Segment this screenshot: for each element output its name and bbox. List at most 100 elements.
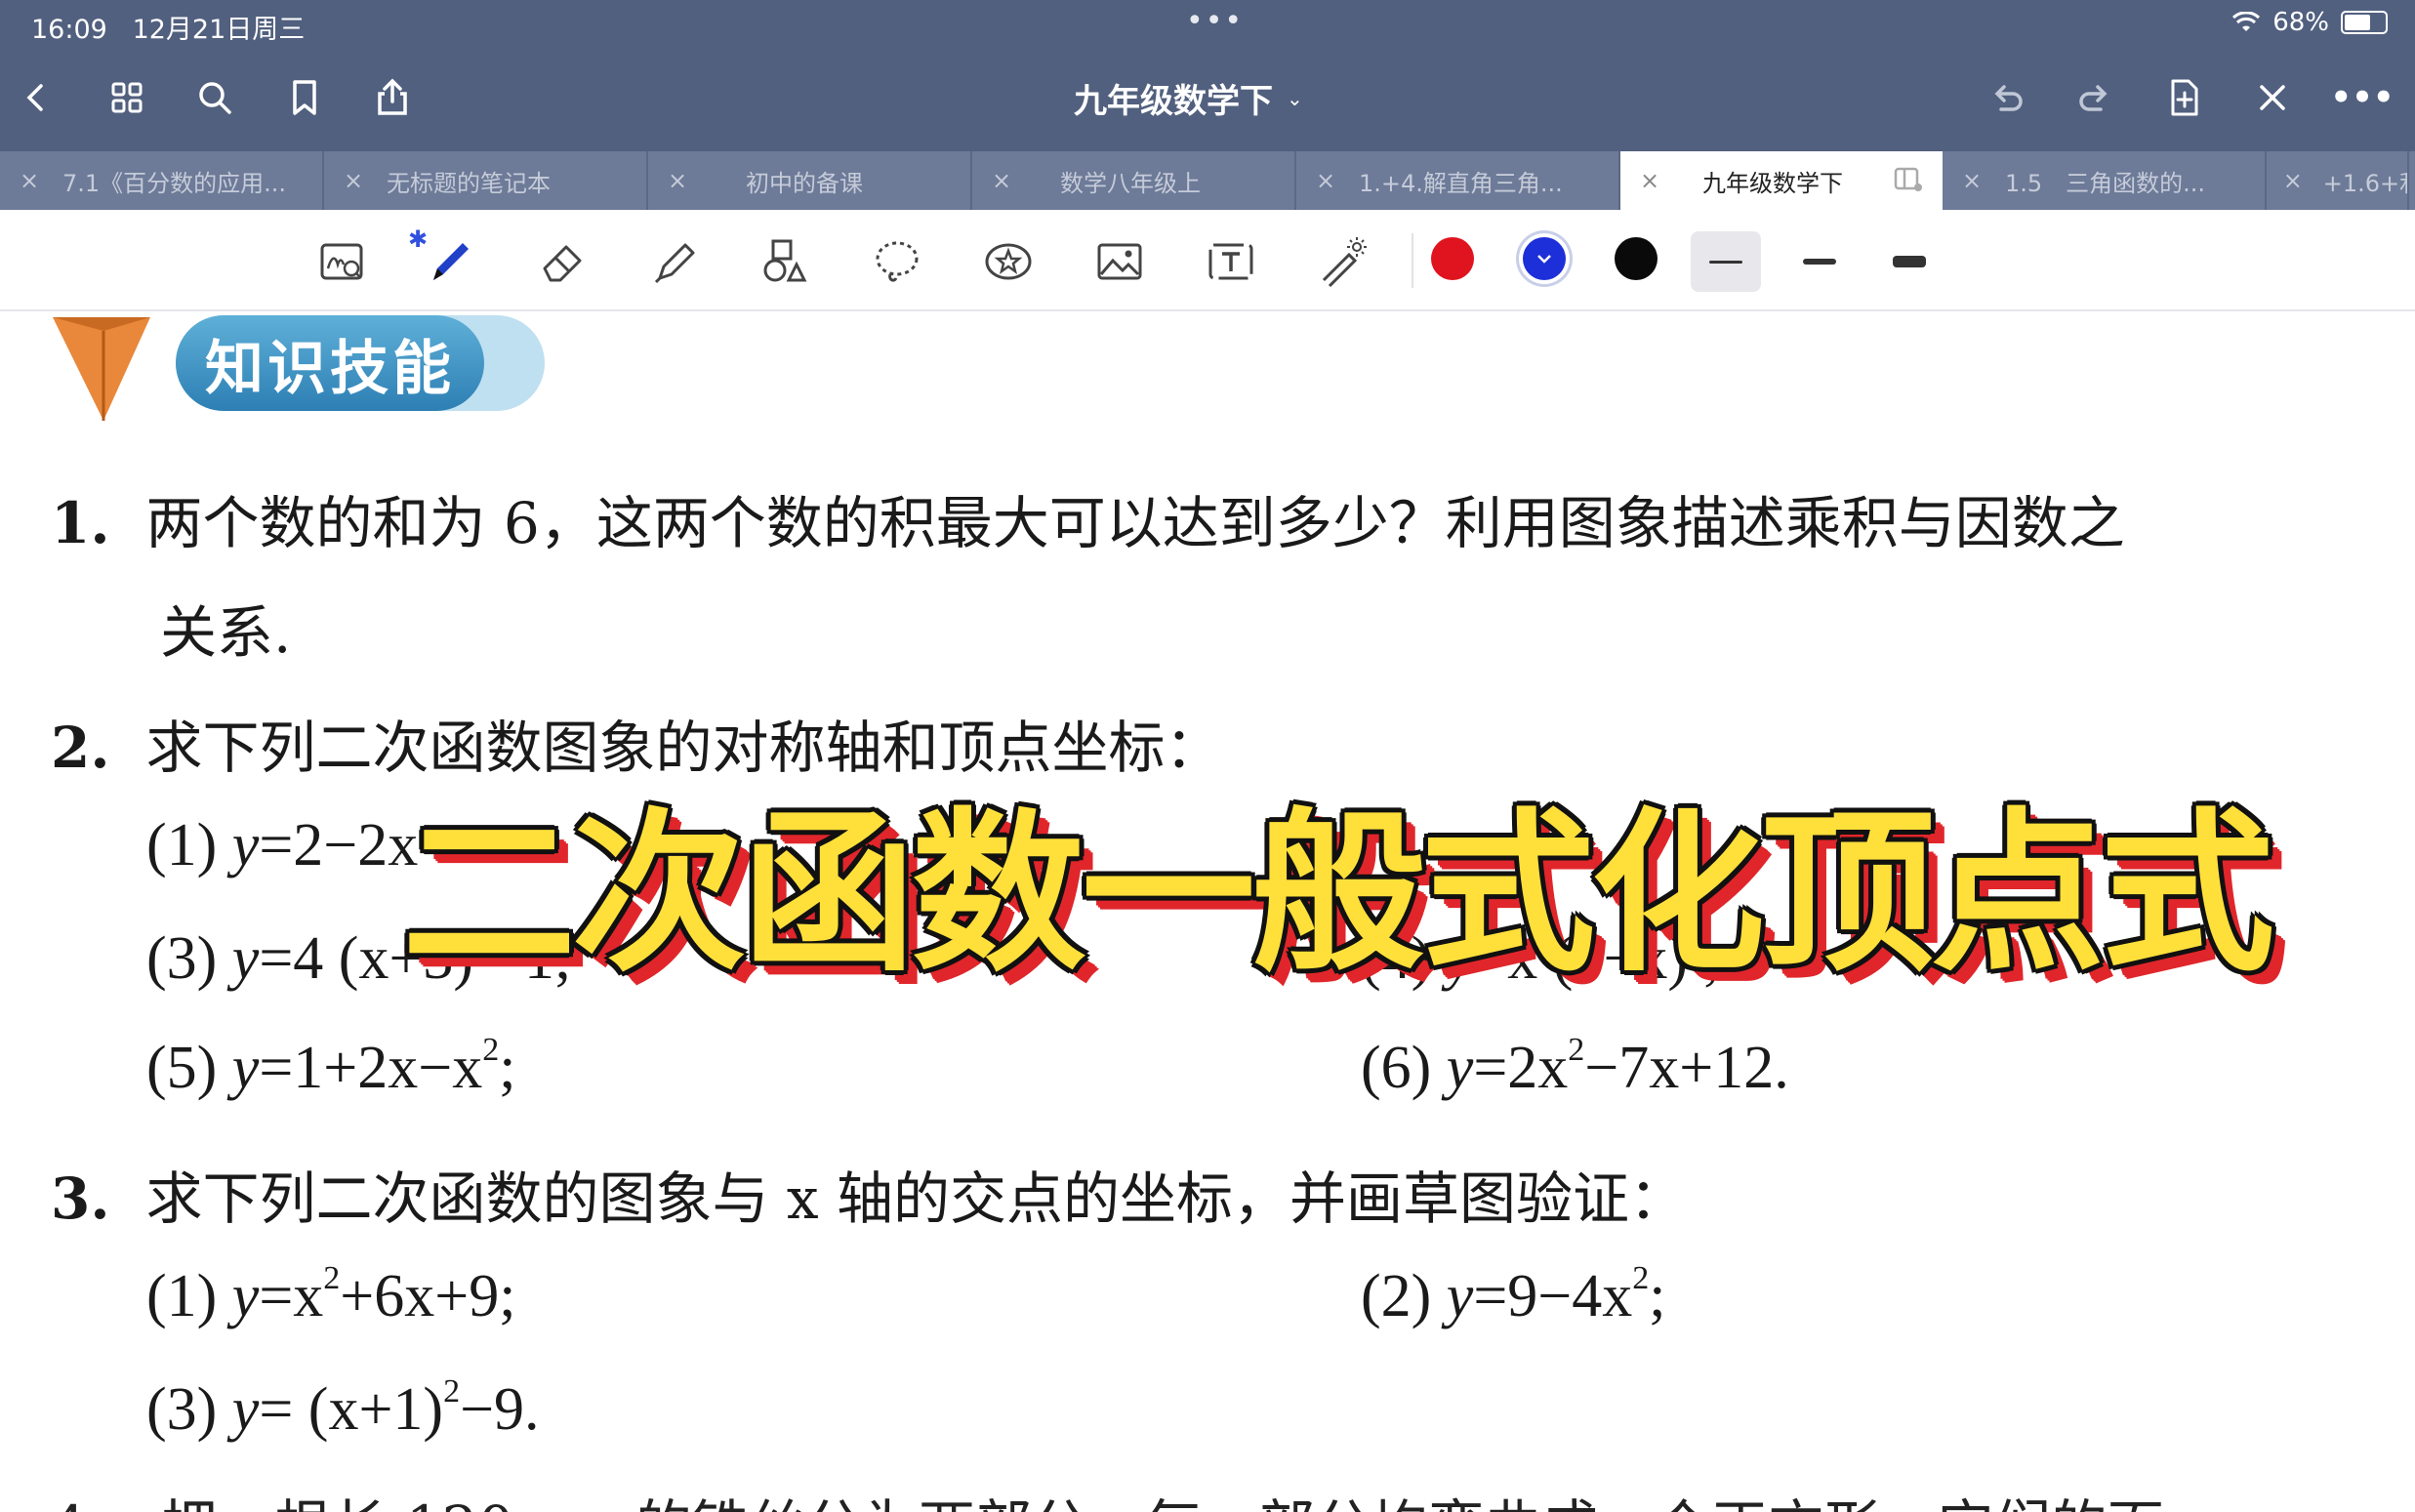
stroke-thin-selected[interactable] — [1691, 231, 1761, 292]
status-time-date: 16:09 12月21日周三 — [31, 8, 305, 46]
tab-0[interactable]: × 7.1《百分数的应用... — [0, 151, 324, 210]
tab-close-icon[interactable]: × — [1306, 167, 1345, 194]
text-box-icon — [1208, 243, 1253, 280]
exponent: 2 — [482, 1032, 500, 1068]
sticker-icon — [985, 243, 1032, 280]
sticker-tool[interactable] — [978, 231, 1039, 292]
tab-active[interactable]: × 九年级数学下 — [1620, 151, 1943, 210]
pencil-decoration-icon — [53, 317, 150, 421]
tab-close-icon[interactable]: × — [1630, 167, 1669, 194]
math-variable: y — [231, 1263, 260, 1329]
battery-percent: 68% — [2272, 8, 2329, 37]
chevron-down-icon — [1537, 255, 1551, 264]
tab-label: 1.5 三角函数的... — [2005, 169, 2206, 197]
tab-close-icon[interactable]: × — [10, 167, 49, 194]
math-variable: y — [231, 1376, 260, 1443]
document-page[interactable]: 知识技能 1. 两个数的和为 6，这两个数的积最大可以达到多少？利用图象描述乘积… — [0, 311, 2415, 1512]
split-view-icon[interactable] — [1894, 167, 1923, 192]
math-variable: y — [1446, 1035, 1474, 1101]
redo-button[interactable] — [2067, 70, 2122, 125]
color-swatch-blue-selected[interactable] — [1523, 237, 1566, 280]
math-expression: =9−4x — [1473, 1263, 1633, 1329]
back-button[interactable] — [10, 70, 64, 125]
status-indicators: 68% — [2231, 8, 2388, 37]
document-title-button[interactable]: 九年级数学下 ⌄ — [1074, 74, 1303, 122]
tab-bar: × 7.1《百分数的应用... × 无标题的笔记本 × 初中的备课 × 数学八年… — [0, 151, 2415, 210]
math-expression: =2−2x — [259, 812, 419, 879]
tab-1[interactable]: × 无标题的笔记本 — [324, 151, 648, 210]
lasso-icon — [876, 241, 919, 282]
drawing-toolbar: ✱ — [0, 210, 2415, 311]
tab-close-icon[interactable]: × — [2276, 167, 2310, 194]
bookmark-button[interactable] — [277, 70, 332, 125]
share-button[interactable] — [365, 70, 420, 125]
laser-pointer-tool[interactable] — [1312, 231, 1372, 292]
tab-close-icon[interactable]: × — [982, 167, 1021, 194]
add-page-button[interactable] — [2157, 70, 2212, 125]
grid-view-button[interactable] — [100, 70, 154, 125]
image-tool[interactable] — [1089, 231, 1150, 292]
item-label: (1) — [146, 1263, 218, 1329]
shape-tool[interactable] — [756, 231, 816, 292]
stroke-thick[interactable] — [1874, 231, 1944, 292]
tab-label: 无标题的笔记本 — [387, 169, 551, 197]
search-icon — [199, 82, 231, 114]
tab-close-icon[interactable]: × — [658, 167, 697, 194]
color-swatch-black[interactable] — [1615, 237, 1658, 280]
item-label: (5) — [146, 1035, 218, 1101]
math-expression: +6x+9; — [340, 1263, 516, 1329]
tab-4[interactable]: × 1.+4.解直角三角... — [1296, 151, 1620, 210]
tab-2[interactable]: × 初中的备课 — [648, 151, 972, 210]
tab-3[interactable]: × 数学八年级上 — [972, 151, 1296, 210]
multitasking-dots[interactable]: ••• — [1186, 4, 1244, 38]
math-variable: y — [231, 812, 260, 879]
lasso-tool[interactable] — [867, 231, 927, 292]
color-swatch-red[interactable] — [1431, 237, 1474, 280]
tab-close-icon[interactable]: × — [1952, 167, 1991, 194]
question-3: 3. 求下列二次函数的图象与 x 轴的交点的坐标，并画草图验证： — [51, 1153, 1686, 1235]
wifi-icon — [2232, 12, 2261, 31]
pen-tool[interactable] — [420, 231, 480, 292]
video-caption-overlay: 二次函数一般式化顶点式 — [402, 793, 2274, 995]
toolbar-divider — [1412, 233, 1413, 288]
highlighter-icon — [654, 243, 695, 284]
math-variable: y — [231, 1035, 260, 1101]
top-bar: 16:09 12月21日周三 ••• 68% 九年级数学下 ⌄ ••• — [0, 0, 2415, 151]
eraser-tool[interactable] — [533, 231, 594, 292]
math-expression: −7x+12. — [1584, 1035, 1789, 1101]
tab-label: 九年级数学下 — [1702, 169, 1843, 197]
question-text: 求下列二次函数的图象与 x 轴的交点的坐标，并画草图验证： — [145, 1165, 1687, 1232]
section-heading: 知识技能 — [205, 334, 455, 403]
search-button[interactable] — [187, 70, 242, 125]
chevron-down-icon: ⌄ — [1287, 86, 1303, 110]
grid-icon — [111, 82, 143, 113]
document-title: 九年级数学下 — [1074, 82, 1273, 121]
question-4-partial: 4. 把一根长 120 cm 的铁丝分为两部分，每一部分均弯曲成一个正方形，它们… — [51, 1481, 2164, 1512]
tab-label: 初中的备课 — [746, 169, 863, 197]
section-heading-pill: 知识技能 — [176, 315, 484, 411]
tab-label: +1.6+利 — [2322, 169, 2407, 197]
tab-7[interactable]: × +1.6+利 — [2267, 151, 2409, 210]
close-document-button[interactable] — [2245, 70, 2300, 125]
more-button[interactable]: ••• — [2330, 70, 2394, 125]
stroke-medium[interactable] — [1784, 231, 1855, 292]
highlighter-tool[interactable] — [644, 231, 705, 292]
zoom-handwriting-tool[interactable] — [312, 231, 373, 292]
text-tool[interactable] — [1201, 231, 1261, 292]
math-expression: =2x — [1473, 1035, 1569, 1101]
share-icon — [378, 78, 407, 115]
tab-6[interactable]: × 1.5 三角函数的... — [1943, 151, 2267, 210]
item-label: (1) — [146, 812, 218, 879]
exponent: 2 — [1632, 1260, 1650, 1296]
math-expression: −9. — [460, 1376, 540, 1443]
undo-icon — [1994, 85, 2023, 111]
item-label: (6) — [1361, 1035, 1432, 1101]
exponent: 2 — [323, 1260, 341, 1296]
eraser-icon — [543, 245, 582, 282]
question-number: 2. — [51, 715, 110, 781]
item-label: (2) — [1361, 1263, 1432, 1329]
q2-item-6: (6) y=2x2−7x+12. — [1361, 1034, 1789, 1103]
undo-button[interactable] — [1980, 70, 2034, 125]
tab-close-icon[interactable]: × — [334, 167, 373, 194]
add-page-icon — [2171, 79, 2198, 116]
